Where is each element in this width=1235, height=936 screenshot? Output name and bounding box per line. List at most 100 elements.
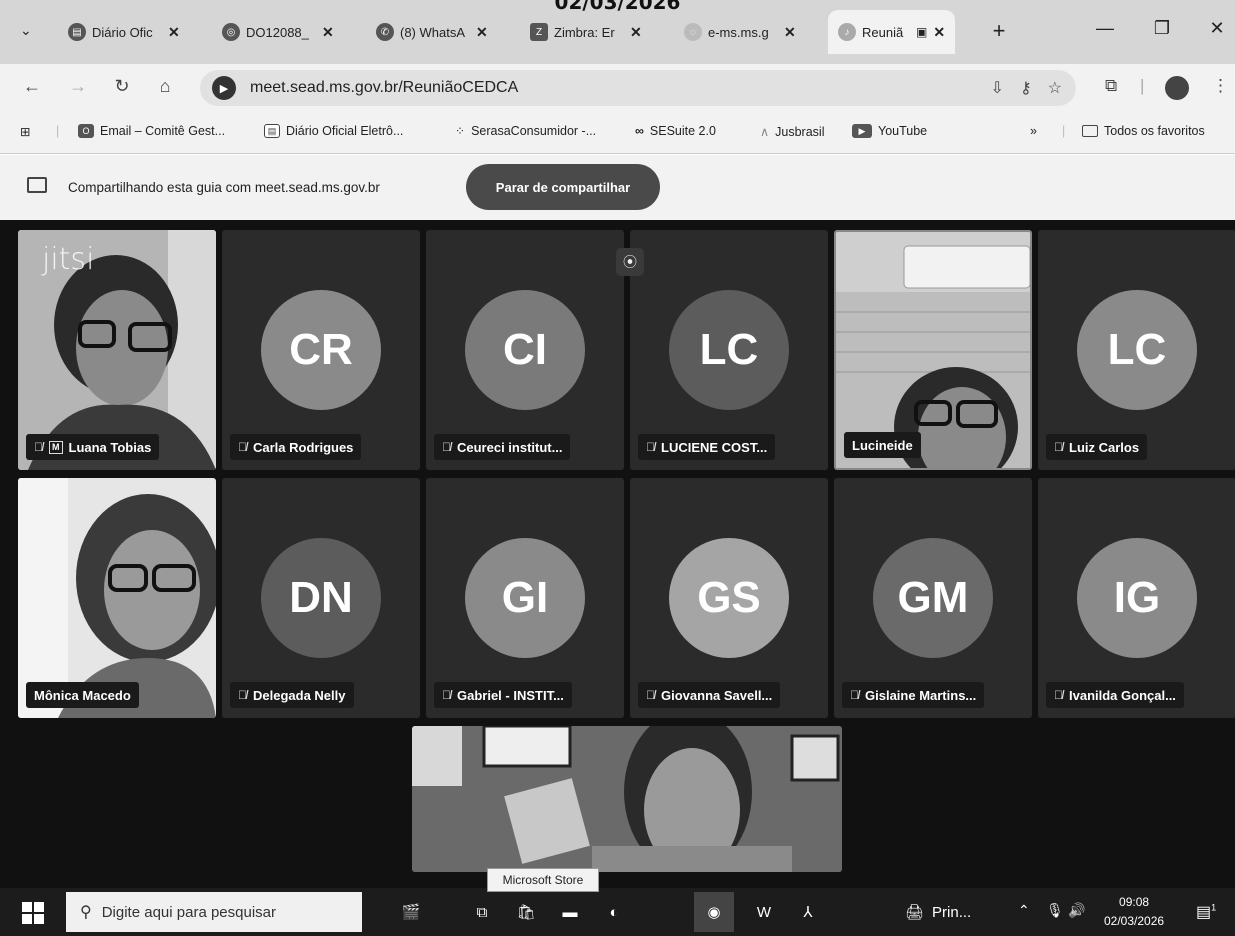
toolbar-divider: | [1140, 76, 1145, 95]
recording-indicator-icon[interactable]: ⦿ [616, 248, 644, 276]
participant-name: Gabriel - INSTIT... [457, 687, 564, 703]
new-tab-button[interactable]: + [985, 18, 1013, 46]
clock-date: 02/03/2026 [1104, 914, 1165, 928]
mic-muted-icon: 🎙̸ [850, 688, 859, 702]
taskbar-search-input[interactable]: ⚲ Digite aqui para pesquisar [66, 892, 362, 932]
print-app-button[interactable]: 🖨 Prin... [905, 898, 975, 926]
participant-avatar: DN [261, 538, 381, 658]
chrome-taskbar-icon[interactable]: ◉ [694, 892, 734, 932]
tab-title: Reuniã [862, 24, 904, 40]
reload-icon[interactable]: ↻ [110, 76, 134, 97]
participant-tile[interactable]: Lucineide [834, 230, 1032, 470]
bookmark-diario-oficial[interactable]: ▤ Diário Oficial Eletrô... [264, 124, 403, 138]
tab-diario-oficial[interactable]: ▤ Diário Ofic ✕ [58, 14, 190, 50]
close-icon[interactable]: ✕ [168, 24, 180, 41]
back-arrow-icon[interactable]: ← [20, 76, 44, 97]
microphone-icon[interactable]: 🎙 [1046, 902, 1064, 919]
participant-nametag: Mônica Macedo [26, 682, 139, 708]
tab-zimbra[interactable]: Z Zimbra: Er ✕ [520, 14, 652, 50]
participant-name: Mônica Macedo [34, 687, 131, 703]
serasa-icon: ⁘ [455, 124, 466, 138]
search-highlight-icon[interactable]: 🎬 [378, 898, 444, 926]
install-app-icon[interactable]: ⇩ [991, 78, 1004, 98]
participant-tile[interactable]: LC 🎙̸ LUCIENE COST... [630, 230, 828, 470]
menu-kebab-icon[interactable]: ⋮ [1212, 76, 1229, 96]
stop-sharing-button[interactable]: Parar de compartilhar [466, 164, 660, 210]
close-icon[interactable]: ✕ [322, 24, 334, 41]
file-explorer-icon[interactable]: ▬ [556, 898, 584, 926]
tab-do12088[interactable]: ◎ DO12088_ ✕ [212, 14, 344, 50]
bookmark-label: Email – Comitê Gest... [100, 124, 226, 138]
apps-grid-icon[interactable]: ⊞ [20, 124, 30, 139]
moderator-icon: M [49, 440, 63, 454]
tab-reuniao[interactable]: ♪ Reuniã ▣ ✕ [828, 10, 956, 54]
bookmarks-divider: | [56, 124, 60, 138]
mic-muted-icon: 🎙̸ [238, 688, 247, 702]
word-icon[interactable]: W [750, 898, 778, 926]
participant-nametag: 🎙̸ Delegada Nelly [230, 682, 354, 708]
tab-whatsapp[interactable]: ✆ (8) WhatsA ✕ [366, 14, 498, 50]
mic-muted-icon: 🎙̸ [238, 440, 247, 454]
address-bar-row: ← → ↻ ⌂ ▶ meet.sead.ms.gov.br/ReuniãoCED… [0, 64, 1235, 112]
globe-icon: ◌ [684, 23, 702, 41]
participant-tile[interactable]: GS 🎙̸ Giovanna Savell... [630, 478, 828, 718]
tab-title: Zimbra: Er [554, 24, 615, 40]
bookmark-star-icon[interactable]: ☆ [1048, 78, 1062, 98]
volume-icon[interactable]: 🔊 [1068, 902, 1085, 919]
close-icon[interactable]: ✕ [933, 24, 945, 41]
participant-tile[interactable]: GI 🎙̸ Gabriel - INSTIT... [426, 478, 624, 718]
edge-icon[interactable]: ◐ [600, 898, 628, 926]
bookmarks-bar: ⊞ | O Email – Comitê Gest... ▤ Diário Of… [0, 112, 1235, 154]
acrobat-icon[interactable]: ⅄ [794, 898, 822, 926]
participant-tile[interactable]: Mônica Macedo [18, 478, 216, 718]
close-icon[interactable]: ✕ [784, 24, 796, 41]
participant-name: Luiz Carlos [1069, 439, 1140, 455]
home-icon[interactable]: ⌂ [153, 76, 177, 97]
bookmark-jusbrasil[interactable]: ∧ Jusbrasil [760, 124, 824, 140]
profile-avatar[interactable] [1165, 76, 1189, 100]
participant-avatar: LC [669, 290, 789, 410]
mic-muted-icon: 🎙̸ [646, 440, 655, 454]
bookmark-youtube[interactable]: ▶ YouTube [852, 124, 927, 138]
bookmark-sesuite[interactable]: ∞ SESuite 2.0 [635, 124, 716, 138]
participant-nametag: 🎙̸ Ceureci institut... [434, 434, 571, 460]
shared-video-tile[interactable] [412, 726, 842, 872]
close-window-button[interactable]: ✕ [1202, 18, 1232, 39]
url-text: meet.sead.ms.gov.br/ReuniãoCEDCA [250, 79, 519, 96]
taskbar-clock[interactable]: 09:08 02/03/2026 [1104, 893, 1164, 931]
participant-name: Carla Rodrigues [253, 439, 354, 455]
minimize-button[interactable]: — [1090, 18, 1120, 39]
tab-search-chevron-icon[interactable]: ⌄ [20, 22, 32, 39]
url-field[interactable]: ▶ meet.sead.ms.gov.br/ReuniãoCEDCA ⇩ ⚷ ☆ [200, 70, 1076, 106]
tab-e-ms[interactable]: ◌ e-ms.ms.g ✕ [674, 14, 806, 50]
participant-tile[interactable]: GM 🎙̸ Gislaine Martins... [834, 478, 1032, 718]
participant-tile[interactable]: IG 🎙̸ Ivanilda Gonçal... [1038, 478, 1235, 718]
windows-start-icon[interactable] [22, 902, 44, 924]
restore-button[interactable]: ❐ [1147, 18, 1177, 39]
print-label: Prin... [932, 903, 972, 921]
participant-tile[interactable]: LC 🎙̸ Luiz Carlos [1038, 230, 1235, 470]
participant-tile[interactable]: DN 🎙̸ Delegada Nelly [222, 478, 420, 718]
task-view-icon[interactable]: ⧉ [468, 898, 496, 926]
site-info-icon[interactable]: ▶ [212, 76, 236, 100]
bookmark-email-comite[interactable]: O Email – Comitê Gest... [78, 124, 225, 138]
participant-tile[interactable]: jitsi 🎙̸ M Luana Tobias [18, 230, 216, 470]
bookmark-serasa[interactable]: ⁘ SerasaConsumidor -... [455, 124, 596, 138]
participant-avatar: LC [1077, 290, 1197, 410]
all-favorites-folder[interactable]: Todos os favoritos [1082, 124, 1205, 138]
tray-chevron-icon[interactable]: ⌃ [1018, 902, 1030, 919]
participant-tile[interactable]: CI 🎙̸ Ceureci institut... [426, 230, 624, 470]
participant-tile[interactable]: CR 🎙̸ Carla Rodrigues [222, 230, 420, 470]
microsoft-store-icon[interactable]: 🛍 [512, 898, 540, 926]
top-date: 02/03/2026 [554, 0, 681, 14]
more-bookmarks-chevron[interactable]: » [1030, 124, 1037, 138]
folder-icon [1082, 125, 1098, 137]
outlook-icon: O [78, 124, 94, 138]
extensions-icon[interactable]: ⧉ [1105, 76, 1117, 96]
notifications-icon[interactable]: ▤1 [1196, 902, 1216, 922]
password-key-icon[interactable]: ⚷ [1020, 78, 1032, 98]
taskbar-extra-icon[interactable] [838, 898, 866, 926]
forward-arrow-icon[interactable]: → [66, 76, 90, 97]
close-icon[interactable]: ✕ [476, 24, 488, 41]
close-icon[interactable]: ✕ [630, 24, 642, 41]
